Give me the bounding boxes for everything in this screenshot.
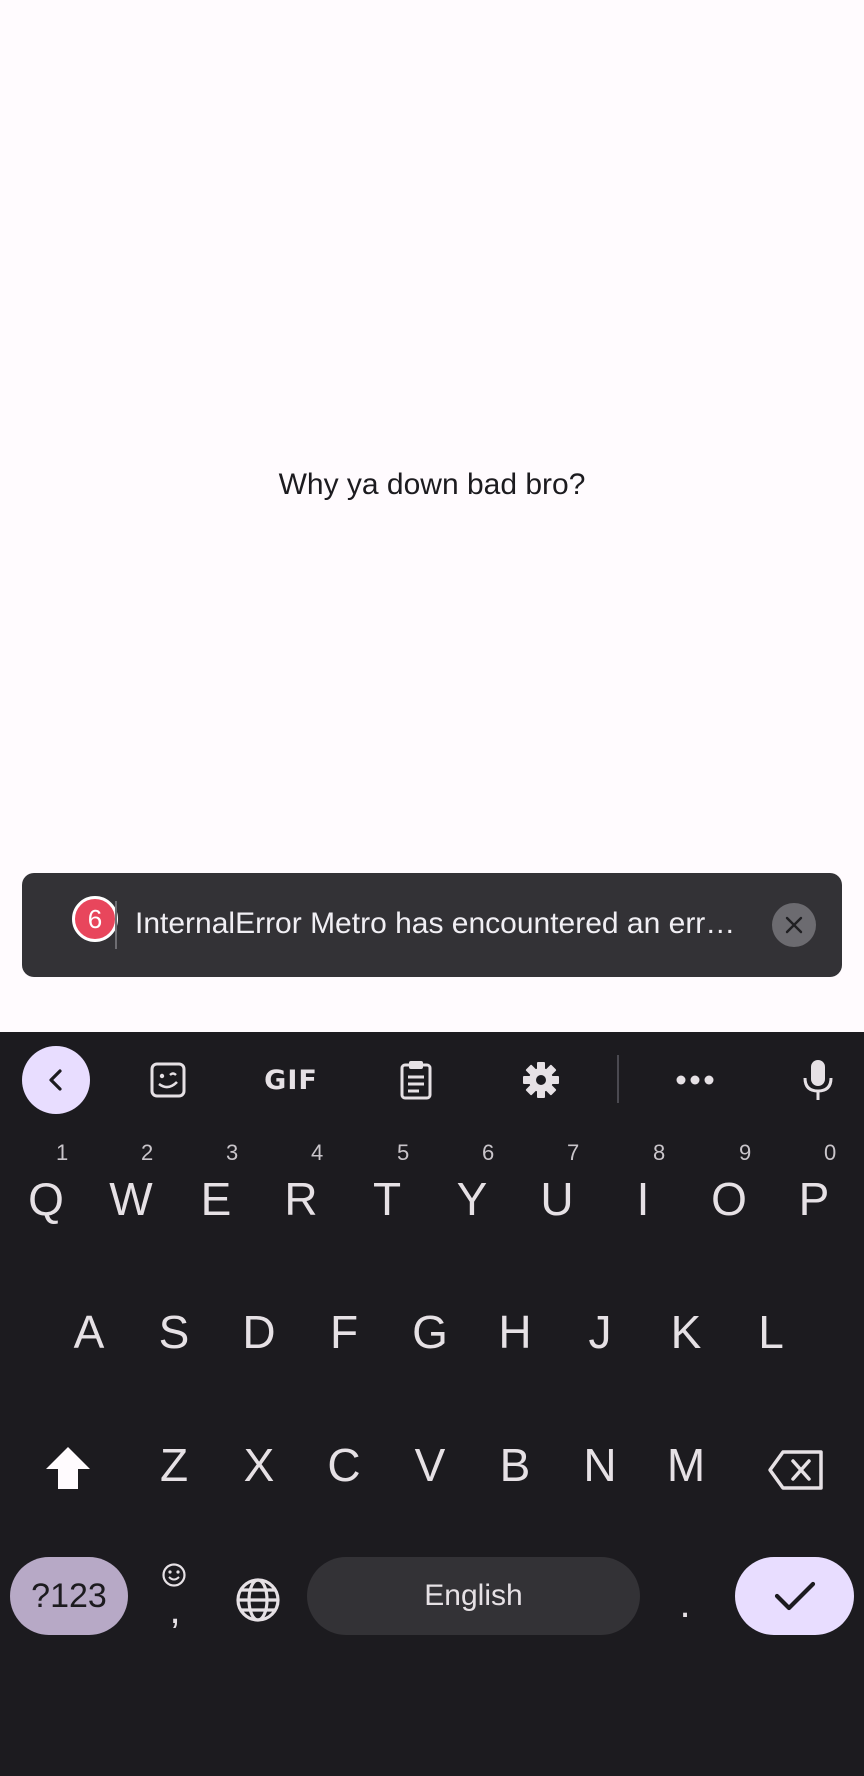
key-label: C [327, 1439, 361, 1491]
key-y[interactable]: Y6 [442, 1140, 502, 1226]
key-label: N [583, 1439, 617, 1491]
key-label: G [412, 1306, 448, 1358]
key-label: Y [456, 1173, 488, 1225]
key-b[interactable]: B [485, 1438, 545, 1492]
key-t[interactable]: T5 [357, 1140, 417, 1226]
key-label: A [73, 1306, 105, 1358]
key-l[interactable]: L [741, 1305, 801, 1359]
key-hint: 6 [482, 1140, 495, 1165]
symbols-key[interactable]: ?123 [10, 1557, 128, 1635]
key-label: T [372, 1173, 402, 1225]
emoji-comma-key[interactable]: , [145, 1560, 205, 1640]
key-hint: 4 [311, 1140, 324, 1165]
keyboard: G I F [0, 1032, 864, 1776]
key-hint: 8 [653, 1140, 666, 1165]
key-n[interactable]: N [570, 1438, 630, 1492]
key-e[interactable]: E3 [186, 1140, 246, 1226]
key-label: U [540, 1173, 574, 1225]
key-h[interactable]: H [485, 1305, 545, 1359]
key-x[interactable]: X [229, 1438, 289, 1492]
clipboard-icon[interactable] [388, 1046, 444, 1114]
key-label: L [758, 1306, 784, 1358]
gear-icon[interactable] [513, 1046, 569, 1114]
key-hint: 7 [567, 1140, 580, 1165]
key-label: X [243, 1439, 275, 1491]
key-g[interactable]: G [400, 1305, 460, 1359]
gif-label: GIF [264, 1064, 318, 1096]
toast-divider [115, 901, 117, 949]
chevron-left-icon[interactable] [22, 1046, 90, 1114]
key-hint: 5 [397, 1140, 410, 1165]
key-label: K [670, 1306, 702, 1358]
key-v[interactable]: V [400, 1438, 460, 1492]
key-label: F [329, 1306, 359, 1358]
key-hint: 0 [824, 1140, 837, 1165]
globe-icon[interactable] [230, 1572, 286, 1628]
key-hint: 1 [56, 1140, 69, 1165]
key-hint: 3 [226, 1140, 239, 1165]
key-f[interactable]: F [314, 1305, 374, 1359]
close-icon[interactable] [772, 903, 816, 947]
key-label: H [498, 1306, 532, 1358]
key-label: S [158, 1306, 190, 1358]
key-d[interactable]: D [229, 1305, 289, 1359]
center-message: Why ya down bad bro? [278, 468, 586, 501]
gif-icon[interactable]: GIF [255, 1046, 327, 1114]
comma-label: , [169, 1588, 181, 1632]
shift-icon[interactable] [40, 1440, 96, 1496]
key-hint: 2 [141, 1140, 154, 1165]
toolbar-divider [617, 1055, 619, 1103]
key-c[interactable]: C [314, 1438, 374, 1492]
key-label: W [109, 1173, 153, 1225]
key-s[interactable]: S [144, 1305, 204, 1359]
period-key[interactable]: . [670, 1582, 700, 1627]
key-label: B [499, 1439, 531, 1491]
more-icon[interactable] [667, 1046, 723, 1114]
keyboard-toolbar: GIF [0, 1032, 864, 1128]
key-label: M [666, 1439, 706, 1491]
enter-key[interactable] [735, 1557, 854, 1635]
key-k[interactable]: K [656, 1305, 716, 1359]
key-label: Z [159, 1439, 189, 1491]
key-m[interactable]: M [656, 1438, 716, 1492]
space-key[interactable]: English [307, 1557, 640, 1635]
key-label: O [711, 1173, 747, 1225]
key-a[interactable]: A [59, 1305, 119, 1359]
toast-message[interactable]: InternalError Metro has encountered an e… [135, 907, 775, 941]
key-label: J [588, 1306, 612, 1358]
key-o[interactable]: O9 [699, 1140, 759, 1226]
mic-icon[interactable] [790, 1046, 846, 1114]
key-q[interactable]: Q1 [16, 1140, 76, 1226]
sticker-icon[interactable] [140, 1046, 196, 1114]
key-p[interactable]: P0 [784, 1140, 844, 1226]
key-label: Q [28, 1173, 64, 1225]
key-label: P [798, 1173, 830, 1225]
error-toast[interactable]: 6 InternalError Metro has encountered an… [22, 873, 842, 977]
key-w[interactable]: W2 [101, 1140, 161, 1226]
key-i[interactable]: I8 [613, 1140, 673, 1226]
key-r[interactable]: R4 [271, 1140, 331, 1226]
key-label: I [636, 1173, 650, 1225]
checkmark-icon [774, 1581, 815, 1611]
key-label: D [242, 1306, 276, 1358]
key-j[interactable]: J [570, 1305, 630, 1359]
key-z[interactable]: Z [144, 1438, 204, 1492]
key-label: V [414, 1439, 446, 1491]
key-u[interactable]: U7 [527, 1140, 587, 1226]
key-label: E [200, 1173, 232, 1225]
key-hint: 9 [739, 1140, 752, 1165]
backspace-icon[interactable] [764, 1442, 828, 1498]
key-label: R [284, 1173, 318, 1225]
error-count-badge: 6 [72, 896, 118, 942]
